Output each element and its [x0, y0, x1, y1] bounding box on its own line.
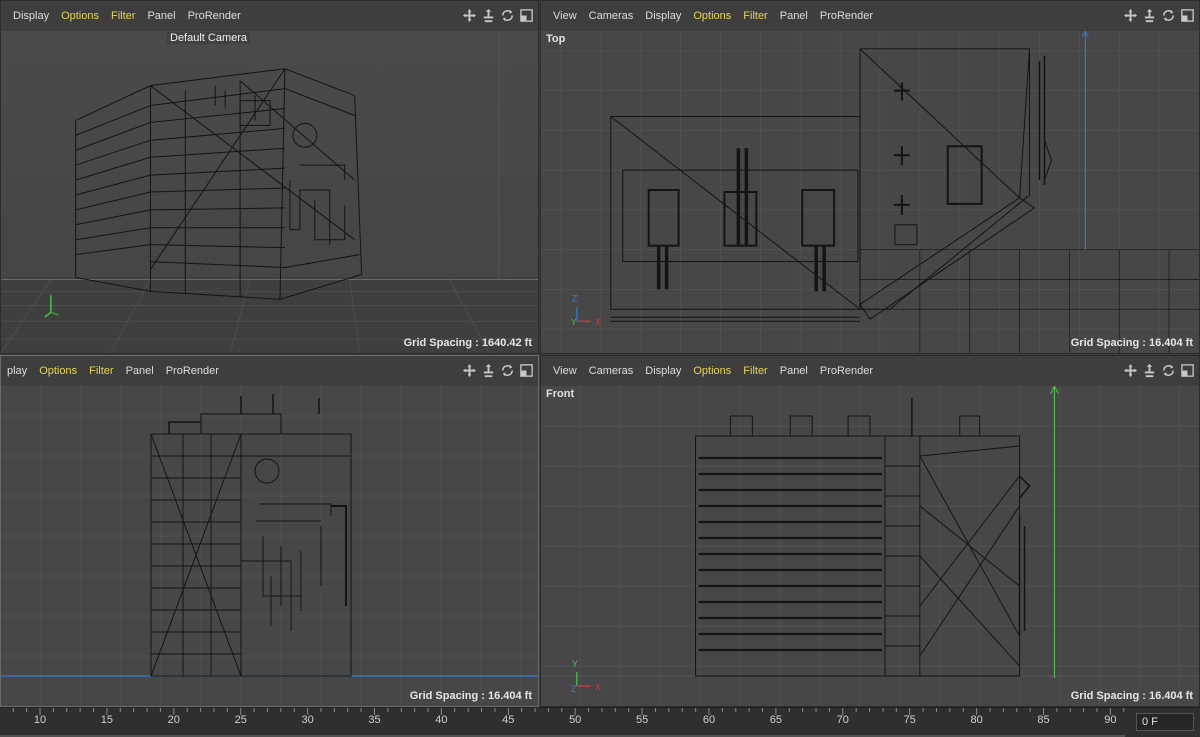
axis-label-y: Y	[571, 317, 577, 327]
timeline-ruler[interactable]: 10 15 20 25 30 35 40 45 50 55 60 65 70 75 80 85 90	[0, 708, 1125, 737]
timeline-tick-label: 30	[301, 714, 313, 726]
menu-display[interactable]: play	[1, 365, 33, 377]
perspective-viewport[interactable]: Display Options Filter Panel ProRender D…	[0, 0, 539, 354]
axis-label-y: Y	[572, 659, 578, 669]
menu-prorender[interactable]: ProRender	[182, 10, 247, 22]
top-scene: Z Y X	[541, 31, 1199, 353]
view-navigation-icons	[462, 363, 534, 378]
menu-options[interactable]: Options	[687, 365, 737, 377]
front-canvas[interactable]: Y Z X	[541, 386, 1199, 706]
timeline-tick-label: 80	[970, 714, 982, 726]
timeline-tick-label: 20	[168, 714, 180, 726]
current-frame-field[interactable]: 0 F	[1136, 713, 1194, 731]
view-name-label: Front	[546, 388, 575, 400]
menu-options[interactable]: Options	[687, 10, 737, 22]
menu-panel[interactable]: Panel	[141, 10, 181, 22]
rotate-view-icon[interactable]	[500, 363, 515, 378]
timeline-tick-label: 85	[1037, 714, 1049, 726]
menu-filter[interactable]: Filter	[105, 10, 141, 22]
timeline-tick-label: 65	[770, 714, 782, 726]
maximize-view-icon[interactable]	[1180, 8, 1195, 23]
grid-spacing-readout: Grid Spacing : 16.404 ft	[1070, 690, 1193, 702]
maximize-view-icon[interactable]	[1180, 363, 1195, 378]
move-view-icon[interactable]	[462, 363, 477, 378]
menu-display[interactable]: Display	[639, 365, 687, 377]
timeline-tick-label: 15	[101, 714, 113, 726]
timeline-tick-label: 55	[636, 714, 648, 726]
right-canvas[interactable]	[1, 386, 538, 706]
timeline-tick-label: 70	[837, 714, 849, 726]
timeline-tick-label: 40	[435, 714, 447, 726]
timeline-tick-label: 75	[904, 714, 916, 726]
timeline[interactable]: 10 15 20 25 30 35 40 45 50 55 60 65 70 75 80 85 90 0 F	[0, 707, 1200, 737]
top-viewport[interactable]: View Cameras Display Options Filter Pane…	[540, 0, 1200, 354]
maximize-view-icon[interactable]	[519, 8, 534, 23]
front-viewport[interactable]: View Cameras Display Options Filter Pane…	[540, 355, 1200, 707]
perspective-scene	[1, 31, 538, 353]
menu-panel[interactable]: Panel	[774, 365, 814, 377]
menu-prorender[interactable]: ProRender	[160, 365, 225, 377]
camera-label[interactable]: Default Camera	[167, 32, 251, 44]
rotate-view-icon[interactable]	[1161, 363, 1176, 378]
menu-filter[interactable]: Filter	[737, 10, 773, 22]
menu-view[interactable]: View	[547, 10, 583, 22]
menu-panel[interactable]: Panel	[120, 365, 160, 377]
menu-filter[interactable]: Filter	[83, 365, 119, 377]
right-scene	[1, 386, 538, 706]
menu-options[interactable]: Options	[33, 365, 83, 377]
menu-panel[interactable]: Panel	[774, 10, 814, 22]
axis-label-z: Z	[571, 684, 577, 694]
timeline-tick-label: 50	[569, 714, 581, 726]
maximize-view-icon[interactable]	[519, 363, 534, 378]
front-scene: Y Z X	[541, 386, 1199, 706]
view-navigation-icons	[1123, 8, 1195, 23]
pan-view-icon[interactable]	[1142, 8, 1157, 23]
grid-spacing-readout: Grid Spacing : 16.404 ft	[1070, 337, 1193, 349]
rotate-view-icon[interactable]	[500, 8, 515, 23]
menu-filter[interactable]: Filter	[737, 365, 773, 377]
timeline-tick-label: 90	[1104, 714, 1116, 726]
menu-cameras[interactable]: Cameras	[583, 365, 640, 377]
top-viewport-menu: View Cameras Display Options Filter Pane…	[541, 1, 1199, 31]
view-name-label: Top	[546, 33, 566, 45]
menu-cameras[interactable]: Cameras	[583, 10, 640, 22]
perspective-canvas[interactable]	[1, 31, 538, 353]
pan-view-icon[interactable]	[1142, 363, 1157, 378]
menu-view[interactable]: View	[547, 365, 583, 377]
right-viewport[interactable]: play Options Filter Panel ProRender Grid…	[0, 355, 539, 707]
axis-label-x: X	[595, 682, 601, 692]
front-viewport-menu: View Cameras Display Options Filter Pane…	[541, 356, 1199, 386]
menu-prorender[interactable]: ProRender	[814, 10, 879, 22]
timeline-tick-label: 60	[703, 714, 715, 726]
timeline-tick-label: 25	[235, 714, 247, 726]
rotate-view-icon[interactable]	[1161, 8, 1176, 23]
menu-display[interactable]: Display	[7, 10, 55, 22]
axis-label-x: X	[595, 317, 601, 327]
pan-view-icon[interactable]	[481, 363, 496, 378]
move-view-icon[interactable]	[1123, 363, 1138, 378]
menu-options[interactable]: Options	[55, 10, 105, 22]
top-canvas[interactable]: Z Y X	[541, 31, 1199, 353]
menu-display[interactable]: Display	[639, 10, 687, 22]
move-view-icon[interactable]	[462, 8, 477, 23]
timeline-tick-label: 45	[502, 714, 514, 726]
move-view-icon[interactable]	[1123, 8, 1138, 23]
pan-view-icon[interactable]	[481, 8, 496, 23]
perspective-viewport-menu: Display Options Filter Panel ProRender	[1, 1, 538, 31]
menu-prorender[interactable]: ProRender	[814, 365, 879, 377]
view-navigation-icons	[1123, 363, 1195, 378]
timeline-tick-label: 10	[34, 714, 46, 726]
axis-label-z: Z	[572, 293, 578, 303]
right-viewport-menu: play Options Filter Panel ProRender	[1, 356, 538, 386]
timeline-tick-label: 35	[368, 714, 380, 726]
grid-spacing-readout: Grid Spacing : 16.404 ft	[409, 690, 532, 702]
view-navigation-icons	[462, 8, 534, 23]
grid-spacing-readout: Grid Spacing : 1640.42 ft	[403, 337, 532, 349]
